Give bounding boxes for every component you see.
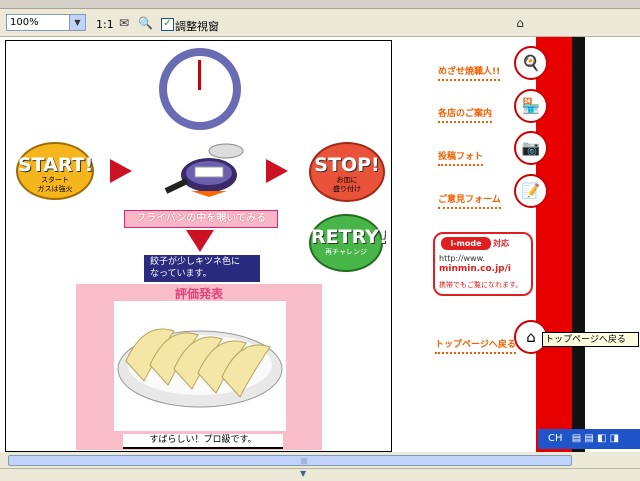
frying-pan-icon [164,143,244,197]
pan-icon[interactable]: 🍳 [514,46,548,80]
cooking-status: 餃子が少しキツネ色に なっています。 [144,255,260,282]
camera-icon[interactable]: 📷 [514,131,548,165]
tooltip: トップページへ戻る [542,332,639,347]
actual-size-button[interactable]: 1:1 [96,18,114,31]
imode-note: 携帯でもご覧になれます。 [439,281,523,289]
adjust-window-label: 調整視窗 [175,20,219,33]
game-frame: START! スタート ガスは強火 STOP! お皿に 盛り付け フライパンの中… [5,40,392,452]
caret-down-icon: ▼ [300,469,307,478]
arrow-right-icon [266,159,288,183]
retry-title: RETRY! [311,226,388,248]
ime-icon[interactable]: ▤ ▤ ◧ ◨ [572,433,619,444]
imode-url: minmin.co.jp/i [439,264,511,274]
result-text: すばらしい！プロ級です。 [123,434,283,449]
scrollbar-thumb[interactable]: ||| [8,455,572,466]
evaluation-title: 評価発表 [174,287,223,301]
stop-title: STOP! [314,154,380,176]
horizontal-scrollbar[interactable]: ||| [0,452,640,468]
start-title: START! [18,154,94,176]
arrow-down-icon [186,230,214,252]
stop-sub: お皿に 盛り付け [333,176,361,193]
nav-link-shokunin[interactable]: めざせ焼職人!! [438,64,501,81]
adjust-window-checkbox[interactable]: ✓ [161,18,174,31]
start-button[interactable]: START! スタート ガスは強火 [16,142,94,200]
imode-badge-suffix: 対応 [493,239,509,248]
evaluation-panel: 評価発表 ♛ すばらしい！プロ級です。 [76,284,322,450]
side-black-band [572,37,585,452]
shop-icon[interactable]: 🏪 [514,89,548,123]
zoom-value: 100% [10,17,39,28]
peek-pan-button[interactable]: フライパンの中を覗いてみる [124,210,278,228]
zoom-select[interactable]: 100% ▼ [6,14,86,31]
nav-link-top[interactable]: トップページへ戻る [435,337,516,354]
form-icon[interactable]: 📝 [514,174,548,208]
stop-button[interactable]: STOP! お皿に 盛り付け [309,142,385,202]
nav-link-photos[interactable]: 投稿フォト [438,149,484,166]
clock-icon [159,48,241,130]
lang-code: CH [548,433,563,444]
home-icon[interactable]: ⌂ [513,17,527,29]
start-sub: スタート ガスは強火 [37,176,73,193]
gyoza-plate-image [114,301,286,431]
chevron-down-icon[interactable]: ▼ [69,15,85,30]
nav-link-feedback[interactable]: ご意見フォーム [438,192,501,209]
window-top-trim [0,0,640,9]
zoom-icon[interactable]: 🔍 [138,17,153,29]
imode-banner[interactable]: i-mode 対応 http://www. minmin.co.jp/i 携帯で… [433,232,533,296]
imode-badge: i-mode [441,237,491,250]
imode-url-prefix: http://www. [439,254,485,263]
nav-link-stores[interactable]: 各店のご案内 [438,106,493,123]
image-canvas: START! スタート ガスは強火 STOP! お皿に 盛り付け フライパンの中… [0,37,640,452]
retry-button[interactable]: RETRY! 再チャレンジ [309,214,388,272]
status-strip: ▼ [0,468,640,481]
arrow-right-icon [110,159,132,183]
language-bar[interactable]: CH ▤ ▤ ◧ ◨ [538,429,640,449]
retry-sub: 再チャレンジ [325,248,367,256]
viewer-toolbar: 100% ▼ 1:1 ✉ 🔍 ✓ 調整視窗 ⌂ [0,9,640,37]
fit-window-icon[interactable]: ✉ [117,17,131,29]
